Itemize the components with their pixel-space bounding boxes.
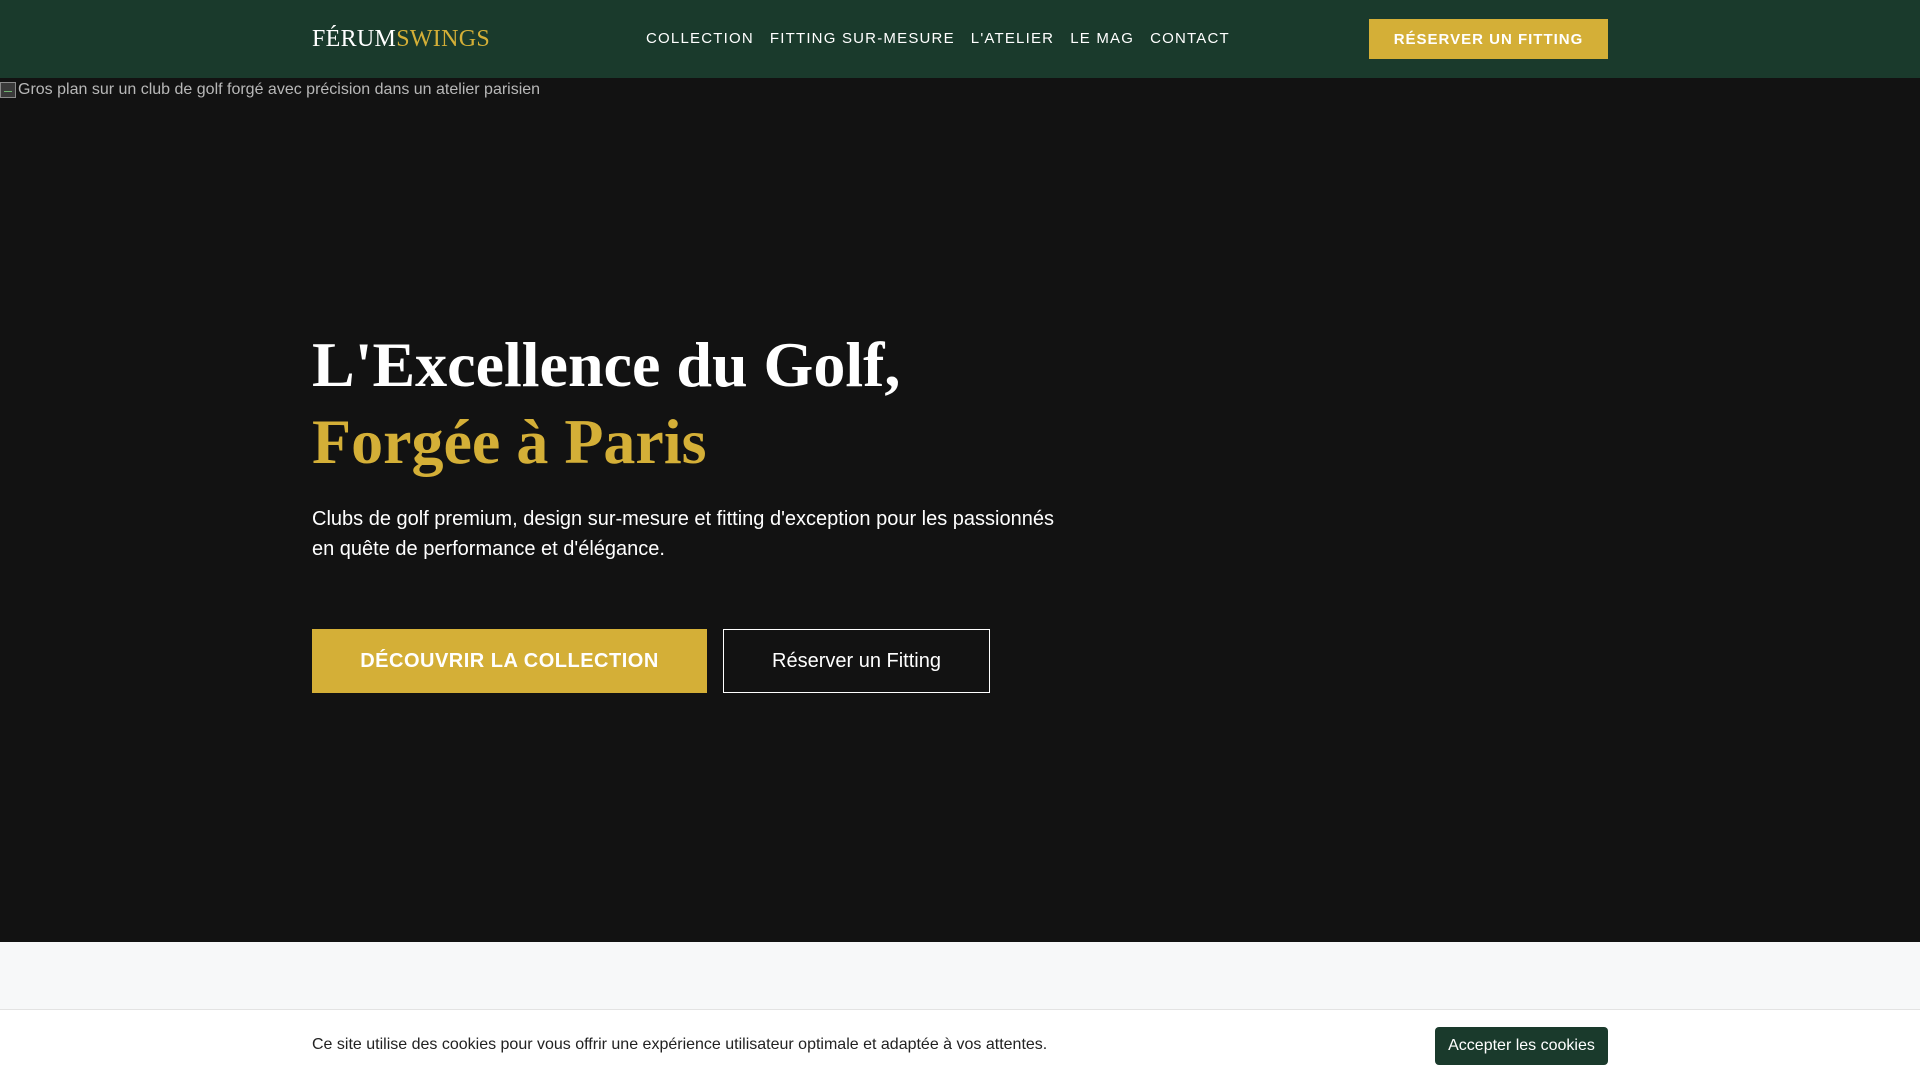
nav-item-contact[interactable]: CONTACT <box>1150 28 1230 50</box>
cookie-banner: Ce site utilise des cookies pour vous of… <box>0 1009 1920 1080</box>
broken-image-icon <box>0 82 16 98</box>
logo-text-part2: SWINGS <box>396 26 490 52</box>
hero-section: Gros plan sur un club de golf forgé avec… <box>0 78 1920 942</box>
main-nav: COLLECTION FITTING SUR-MESURE L'ATELIER … <box>646 28 1230 50</box>
accept-cookies-button[interactable]: Accepter les cookies <box>1435 1027 1608 1065</box>
site-header: FÉRUMSWINGS COLLECTION FITTING SUR-MESUR… <box>0 0 1920 78</box>
hero-title: L'Excellence du Golf, Forgée à Paris <box>312 326 900 480</box>
nav-item-collection[interactable]: COLLECTION <box>646 28 754 50</box>
hero-subtitle: Clubs de golf premium, design sur-mesure… <box>312 508 1054 560</box>
hero-image-alt-text: Gros plan sur un club de golf forgé avec… <box>18 81 541 98</box>
nav-item-atelier[interactable]: L'ATELIER <box>971 28 1054 50</box>
hero-image: Gros plan sur un club de golf forgé avec… <box>0 80 540 100</box>
cookie-text: Ce site utilise des cookies pour vous of… <box>312 1036 1048 1053</box>
book-fitting-header-button[interactable]: RÉSERVER UN FITTING <box>1369 19 1608 59</box>
nav-item-mag[interactable]: LE MAG <box>1070 28 1134 50</box>
nav-item-fitting[interactable]: FITTING SUR-MESURE <box>770 28 955 50</box>
hero-title-line2: Forgée à Paris <box>312 406 707 477</box>
hero-title-line1: L'Excellence du Golf, <box>312 329 901 400</box>
site-logo[interactable]: FÉRUMSWINGS <box>312 24 490 54</box>
logo-text-part1: FÉRUM <box>312 26 397 52</box>
discover-collection-button[interactable]: DÉCOUVRIR LA COLLECTION <box>312 629 707 693</box>
book-fitting-hero-button[interactable]: Réserver un Fitting <box>723 629 990 693</box>
